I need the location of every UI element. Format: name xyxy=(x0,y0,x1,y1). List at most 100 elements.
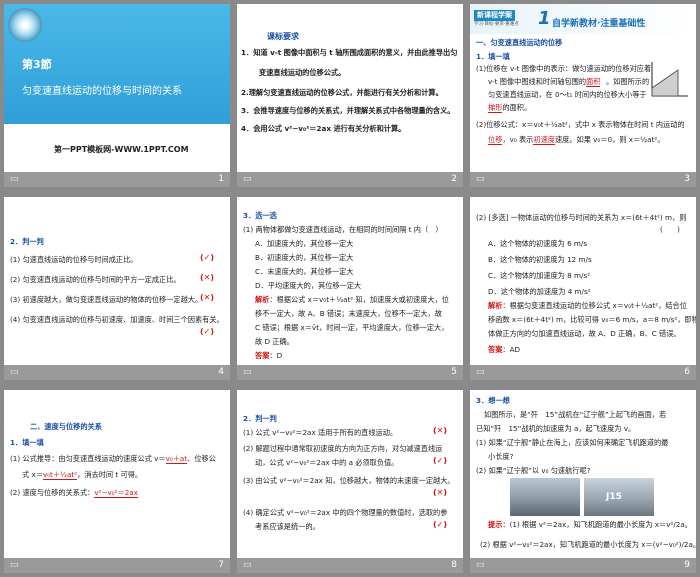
option-b: B．这个物体的初速度为 12 m/s xyxy=(488,255,592,264)
judge-mark: (✕) xyxy=(433,488,448,497)
text-line: (1)位移在 v-t 图像中的表示：做匀速运动的位移对应着 xyxy=(476,64,652,73)
question-text: (1) 两物体都做匀变速直线运动，在相同的时间间隔 t 内（ ） xyxy=(243,225,443,234)
course-badge-sub: 学习·目标·要求·重难点 xyxy=(474,22,519,27)
analysis-line: 体做正方向的匀加速直线运动，故 A、D 正确，B、C 错误。 xyxy=(488,329,681,338)
slide-thumb-icon: ▭ xyxy=(10,560,19,570)
option-c: C．末速度大的，其位移一定大 xyxy=(255,267,354,276)
subsection-heading: 一、匀变速直线运动的位移 xyxy=(476,38,563,47)
slide-thumb-icon: ▭ xyxy=(243,367,252,377)
answer-line: 答案：AD xyxy=(488,345,521,354)
text-line: v-t 图像中图线和时间轴包围的面积 xyxy=(488,77,601,87)
judge-mark: (✓) xyxy=(433,520,448,529)
slide-4-footer: ▭ 4 xyxy=(4,365,230,380)
text-line: 梯形的面积。 xyxy=(488,103,532,113)
blank-area: 面积 xyxy=(586,77,601,87)
judge-item: 动，公式 v²−v₀²＝2ax 中的 a 必须取负值。 xyxy=(255,458,399,467)
judge-item: (3) 由公式 v²−v₀²＝2ax 知，位移越大，物体的末速度一定越大。 xyxy=(243,476,455,485)
tip-line: 提示：(1) 根据 v²＝2ax，知飞机跑道的最小长度为 x＝v²/2a。 xyxy=(488,520,692,529)
slide-6[interactable]: (2) [多选] 一物体运动的位移与时间的关系为 x＝(6t＋4t²) m，则 … xyxy=(470,197,696,365)
slide-9-footer: ▭ 9 xyxy=(470,558,696,573)
photo-caption: J15 xyxy=(606,492,622,502)
text-line: (2)位移公式：x＝v₀t＋½at²，式中 x 表示物体在时间 t 内运动的 xyxy=(476,120,685,129)
option-a: A．加速度大的，其位移一定大 xyxy=(255,239,354,248)
objective-line: 变速直线运动的位移公式。 xyxy=(259,68,346,77)
text-line: (2) 速度与位移的关系式：v²−v₀²＝2ax xyxy=(10,488,138,498)
analysis-line: 移不一定大，故 A、B 错误；末速度大，位移不一定大，故 xyxy=(255,309,442,318)
blank-initial-velocity: 初速度 xyxy=(533,135,555,145)
slide-thumb-icon: ▭ xyxy=(243,560,252,570)
course-badge: 新课程学案 xyxy=(474,10,515,21)
slide-thumb-icon: ▭ xyxy=(10,367,19,377)
slide-thumb-icon: ▭ xyxy=(476,367,485,377)
objective-line: 2.理解匀变速直线运动的位移公式，并能进行有关分析和计算。 xyxy=(241,88,443,97)
slide-number: 2 xyxy=(451,174,457,184)
slide-number: 3 xyxy=(684,174,690,184)
judge-item: (1) 匀速直线运动的位移与时间成正比。 xyxy=(10,255,138,264)
slide-8-footer: ▭ 8 xyxy=(237,558,463,573)
slide-number: 6 xyxy=(684,367,690,377)
dandelion-image xyxy=(8,8,42,42)
judge-mark: (✓) xyxy=(200,327,215,336)
blank-displacement-formula: v₀t＋½at² xyxy=(42,470,78,480)
question-text: (2) [多选] 一物体运动的位移与时间的关系为 x＝(6t＋4t²) m，则 xyxy=(476,213,687,222)
judge-item: (4) 匀变速直线运动的位移与初速度、加速度、时间三个因素有关。 xyxy=(10,315,224,324)
slide-title: 匀变速直线运动的位移与时间的关系 xyxy=(22,86,182,97)
judge-item: (4) 确定公式 v²−v₀²＝2ax 中的四个物理量的数值时，选取的参 xyxy=(243,508,448,517)
think-heading: 3．想一想 xyxy=(476,396,510,405)
text-line: 匀变速直线运动，在 0～t₁ 时间内的位移大小等于 xyxy=(488,90,647,99)
slide-4[interactable]: 2．判一判 (1) 匀速直线运动的位移与时间成正比。 (✓) (2) 匀变速直线… xyxy=(4,197,230,365)
slide-number: 9 xyxy=(684,560,690,570)
slide-3-footer: ▭ 3 xyxy=(470,172,696,187)
text-line: (1) 公式推导：由匀变速直线运动的速度公式 v＝v₀＋at、位移公 xyxy=(10,454,216,464)
slide-3[interactable]: 新课程学案 学习·目标·要求·重难点 1 自学新教材·注重基础性 一、匀变速直线… xyxy=(470,4,696,172)
jet-takeoff-photo xyxy=(510,478,580,516)
slide-8[interactable]: 2．判一判 (1) 公式 v²−v₀²＝2ax 适用于所有的直线运动。 (✕) … xyxy=(237,390,463,558)
slide-7[interactable]: 二、速度与位移的关系 1．填一填 (1) 公式推导：由匀变速直线运动的速度公式 … xyxy=(4,390,230,558)
objective-line: 3．会推导速度与位移的关系式，并理解关系式中各物理量的含义。 xyxy=(241,106,455,115)
analysis-line: 解析：根据公式 x＝v₀t＋½at² 知，加速度大或初速度大，位 xyxy=(255,295,449,304)
analysis-line: 解析：根据匀变速直线运动的位移公式 x＝v₀t＋½at²，结合位 xyxy=(488,301,687,310)
text-line: (1) 如果“辽宁舰”静止在海上，应该如何来确定飞机跑道的最 xyxy=(476,438,669,447)
objectives-heading: 课标要求 xyxy=(267,32,299,41)
text-line: 式 x＝v₀t＋½at²，消去时间 t 可得。 xyxy=(22,470,143,480)
tip-line: (2) 根据 v²−v₀²＝2ax，知飞机跑道的最小长度为 x＝(v²−v₀²)… xyxy=(480,540,696,549)
slide-9[interactable]: 3．想一想 如图所示，是“歼 15”战机在“辽宁舰”上起飞的画面，若 已知“歼 … xyxy=(470,390,696,558)
carrier-deck-photo: J15 xyxy=(584,478,654,516)
option-b: B．初速度大的，其位移一定大 xyxy=(255,253,354,262)
slide-number: 5 xyxy=(451,367,457,377)
slide-number: 7 xyxy=(218,560,224,570)
slide-1[interactable]: 第3節 匀变速直线运动的位移与时间的关系 第一PPT模板网-WWW.1PPT.C… xyxy=(4,4,230,172)
task-heading: 1．填一填 xyxy=(10,438,44,447)
judge-item: (1) 公式 v²−v₀²＝2ax 适用于所有的直线运动。 xyxy=(243,428,398,437)
slide-grid: 第3節 匀变速直线运动的位移与时间的关系 第一PPT模板网-WWW.1PPT.C… xyxy=(0,0,700,577)
judge-item: 考系应该是统一的。 xyxy=(255,522,320,531)
slide-5-footer: ▭ 5 xyxy=(237,365,463,380)
judge-mark: (✓) xyxy=(200,253,215,262)
slide-number: 8 xyxy=(451,560,457,570)
site-watermark: 第一PPT模板网-WWW.1PPT.COM xyxy=(54,145,189,154)
subsection-heading: 二、速度与位移的关系 xyxy=(30,422,102,431)
judge-heading: 2．判一判 xyxy=(10,237,44,246)
slide-number: 1 xyxy=(218,174,224,184)
answer-paren: ( ) xyxy=(660,225,680,234)
text-line: (2) 如果“辽宁舰”以 v₀ 匀速航行呢? xyxy=(476,466,591,475)
slide-5[interactable]: 3．选一选 (1) 两物体都做匀变速直线运动，在相同的时间间隔 t 内（ ） A… xyxy=(237,197,463,365)
blank-velocity-formula: v₀＋at xyxy=(165,454,188,464)
blank-displacement: 位移 xyxy=(488,135,503,145)
slide-number: 4 xyxy=(218,367,224,377)
slide-thumb-icon: ▭ xyxy=(476,560,485,570)
answer-line: 答案：D xyxy=(255,351,283,360)
judge-mark: (✓) xyxy=(433,456,448,465)
slide-2[interactable]: 课标要求 1．知道 v-t 图像中面积与 t 轴所围成面积的意义，并由此推导出匀… xyxy=(237,4,463,172)
option-d: D．这个物体的加速度为 4 m/s² xyxy=(488,287,591,296)
slide-thumb-icon: ▭ xyxy=(476,174,485,184)
chapter-label: 第3節 xyxy=(22,58,52,71)
option-d: D．平均速度大的，其位移一定大 xyxy=(255,281,362,290)
blank-trapezoid: 梯形 xyxy=(488,103,503,113)
analysis-line: C 错误；根据 x＝v̄t，时间一定，平均速度大，位移一定大， xyxy=(255,323,449,332)
judge-item: (3) 初速度越大，做匀变速直线运动的物体的位移一定越大。 xyxy=(10,295,203,304)
text-line: 已知“歼 15”战机的加速度为 a，起飞速度为 v。 xyxy=(476,424,636,433)
text-line: 如图所示，是“歼 15”战机在“辽宁舰”上起飞的画面，若 xyxy=(484,410,667,419)
slide-2-footer: ▭ 2 xyxy=(237,172,463,187)
slide-7-footer: ▭ 7 xyxy=(4,558,230,573)
